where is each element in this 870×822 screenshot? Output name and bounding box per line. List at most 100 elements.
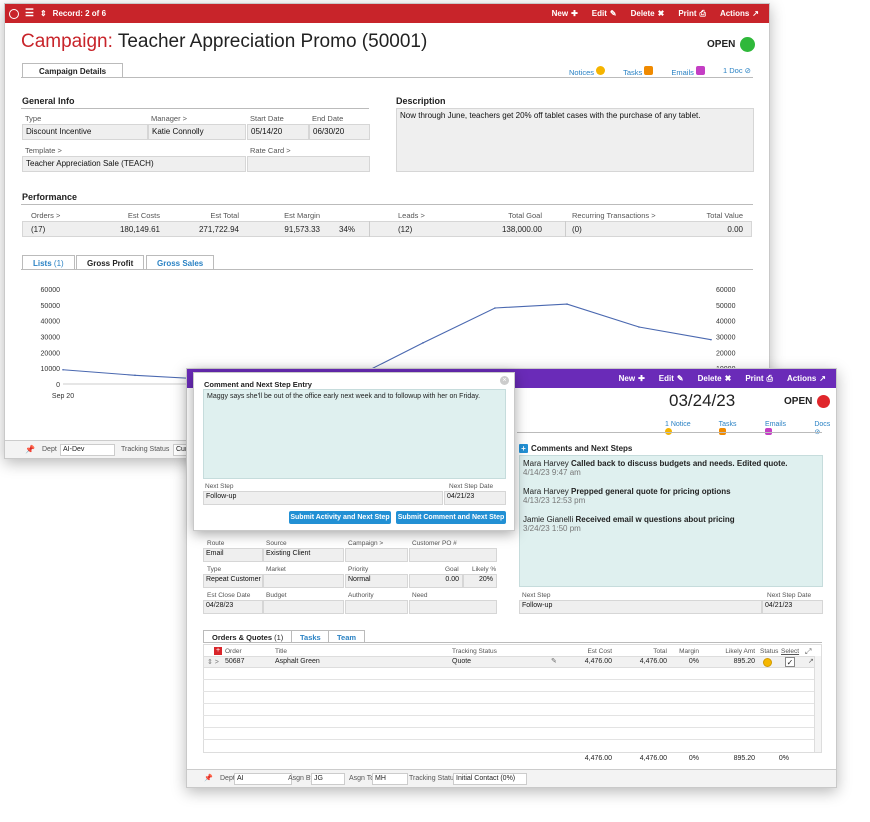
docs-link[interactable]: 1 Doc ⊘ [723, 66, 751, 77]
status-dot [817, 395, 831, 408]
route-field[interactable]: Email [203, 548, 263, 562]
type-field[interactable]: Discount Incentive [22, 124, 148, 140]
emails-link[interactable]: Emails [671, 66, 705, 77]
col-order[interactable]: Order [225, 648, 242, 655]
delete-button[interactable]: Delete ✖ [698, 374, 732, 383]
comments-list[interactable]: Mara Harvey Called back to discuss budge… [519, 455, 823, 587]
priority-field[interactable]: Normal [345, 574, 408, 588]
arrow-icon: ↗ [752, 9, 759, 18]
comment-textarea[interactable]: Maggy says she'll be out of the office e… [203, 389, 506, 479]
goal-field[interactable]: 0.00 [409, 574, 463, 588]
new-button[interactable]: New ✚ [619, 374, 645, 383]
col-margin[interactable]: Margin [669, 648, 699, 655]
actions-button[interactable]: Actions ↗ [787, 374, 826, 383]
col-status[interactable]: Status [760, 648, 778, 655]
template-field[interactable]: Teacher Appreciation Sale (TEACH) [22, 156, 246, 172]
print-button[interactable]: Print ⎙ [745, 374, 773, 384]
pin-icon[interactable]: 📌 [204, 774, 213, 782]
col-total[interactable]: Total [617, 648, 667, 655]
select-checkbox[interactable]: ✓ [785, 657, 795, 667]
likely-field[interactable]: 20% [463, 574, 497, 588]
orders-label[interactable]: Orders > [31, 211, 60, 220]
col-title[interactable]: Title [275, 648, 287, 655]
leads-label[interactable]: Leads > [398, 211, 425, 220]
tracking-status-field[interactable]: Initial Contact (0%) [453, 773, 527, 785]
next-step-date-field[interactable]: 04/21/23 [762, 600, 823, 614]
campaign-field[interactable] [345, 548, 408, 562]
total-margin: 0% [688, 755, 699, 762]
status-label: OPEN [784, 396, 813, 407]
description-field[interactable]: Now through June, teachers get 20% off t… [396, 108, 754, 172]
need-field[interactable] [409, 600, 497, 614]
tasks-link[interactable]: Tasks [718, 421, 743, 437]
pin-icon[interactable]: 📌 [25, 445, 35, 454]
emails-link[interactable]: Emails [765, 421, 792, 437]
notices-link[interactable]: 1 Notice [665, 421, 697, 437]
docs-link[interactable]: Docs ⊘ [814, 421, 836, 437]
menu-icon[interactable]: ☰ [25, 8, 34, 19]
dept-field[interactable]: AI-Dev [60, 444, 115, 456]
close-icon[interactable]: × [500, 376, 509, 385]
next-step-field[interactable]: Follow-up [519, 600, 762, 614]
rate-card-label[interactable]: Rate Card > [250, 146, 291, 155]
add-comment-icon[interactable]: + [519, 444, 528, 453]
end-date-field[interactable]: 06/30/20 [309, 124, 370, 140]
type-field[interactable]: Repeat Customer [203, 574, 263, 588]
row-expand-icon[interactable]: ↗ [808, 657, 814, 665]
total-goal-label: Total Goal [508, 211, 542, 220]
delete-button[interactable]: Delete ✖ [631, 9, 665, 18]
col-select[interactable]: Select [781, 648, 799, 655]
notices-link[interactable]: Notices [569, 66, 606, 77]
edit-button[interactable]: Edit ✎ [592, 9, 617, 18]
est-costs-value: 180,149.61 [119, 225, 160, 234]
add-order-icon[interactable]: + [214, 647, 222, 655]
new-button[interactable]: New ✚ [552, 9, 578, 18]
col-tracking-status[interactable]: Tracking Status [452, 648, 497, 655]
table-scrollbar[interactable] [814, 656, 821, 752]
campaign-label[interactable]: Campaign > [348, 540, 383, 547]
next-step-field[interactable]: Follow-up [203, 491, 443, 505]
tab-lists[interactable]: Lists (1) [22, 255, 75, 269]
app-logo-icon[interactable] [9, 8, 19, 19]
next-step-date-field[interactable]: 04/21/23 [444, 491, 506, 505]
print-button[interactable]: Print ⎙ [678, 9, 706, 19]
dept-field[interactable]: AI [234, 773, 292, 785]
edit-button[interactable]: Edit ✎ [659, 374, 684, 383]
est-close-date-field[interactable]: 04/28/23 [203, 600, 263, 614]
tab-gross-profit[interactable]: Gross Profit [76, 255, 145, 269]
plus-icon: ✚ [638, 374, 645, 383]
customer-po-field[interactable] [409, 548, 497, 562]
start-date-field[interactable]: 05/14/20 [247, 124, 309, 140]
source-field[interactable]: Existing Client [263, 548, 344, 562]
rate-card-field[interactable] [247, 156, 370, 172]
tasks-link[interactable]: Tasks [623, 66, 654, 77]
y-tick-label-left: 40000 [41, 319, 61, 326]
col-likely-amt[interactable]: Likely Amt [707, 648, 755, 655]
actions-button[interactable]: Actions ↗ [720, 9, 759, 18]
submit-activity-button[interactable]: Submit Activity and Next Step [289, 511, 391, 524]
drag-handle-icon[interactable]: ⇕ > [207, 658, 219, 666]
tab-campaign-details[interactable]: Campaign Details [22, 63, 124, 77]
tab-divider [21, 77, 753, 78]
budget-field[interactable] [263, 600, 344, 614]
pin-icon[interactable]: ✎ [551, 657, 557, 665]
recurring-label[interactable]: Recurring Transactions > [572, 211, 656, 220]
margin-percent: 34% [339, 225, 356, 234]
col-est-cost[interactable]: Est Cost [562, 648, 612, 655]
manager-label[interactable]: Manager > [151, 114, 187, 123]
template-label[interactable]: Template > [25, 146, 62, 155]
submit-comment-button[interactable]: Submit Comment and Next Step [396, 511, 506, 524]
dept-label: Dept [220, 775, 235, 782]
leads-value: (12) [398, 225, 413, 234]
next-step-label: Next Step [522, 592, 551, 599]
tab-gross-sales[interactable]: Gross Sales [146, 255, 215, 269]
assigned-by-field[interactable]: JG [311, 773, 345, 785]
record-nav-icon[interactable]: ⇕ [40, 9, 47, 18]
y-tick-label-right: 60000 [716, 287, 736, 294]
row-order[interactable]: 50687 [225, 658, 244, 665]
y-tick-label-left: 60000 [41, 287, 61, 294]
manager-field[interactable]: Katie Connolly [148, 124, 246, 140]
market-field[interactable] [263, 574, 344, 588]
authority-field[interactable] [345, 600, 408, 614]
assigned-to-field[interactable]: MH [372, 773, 408, 785]
